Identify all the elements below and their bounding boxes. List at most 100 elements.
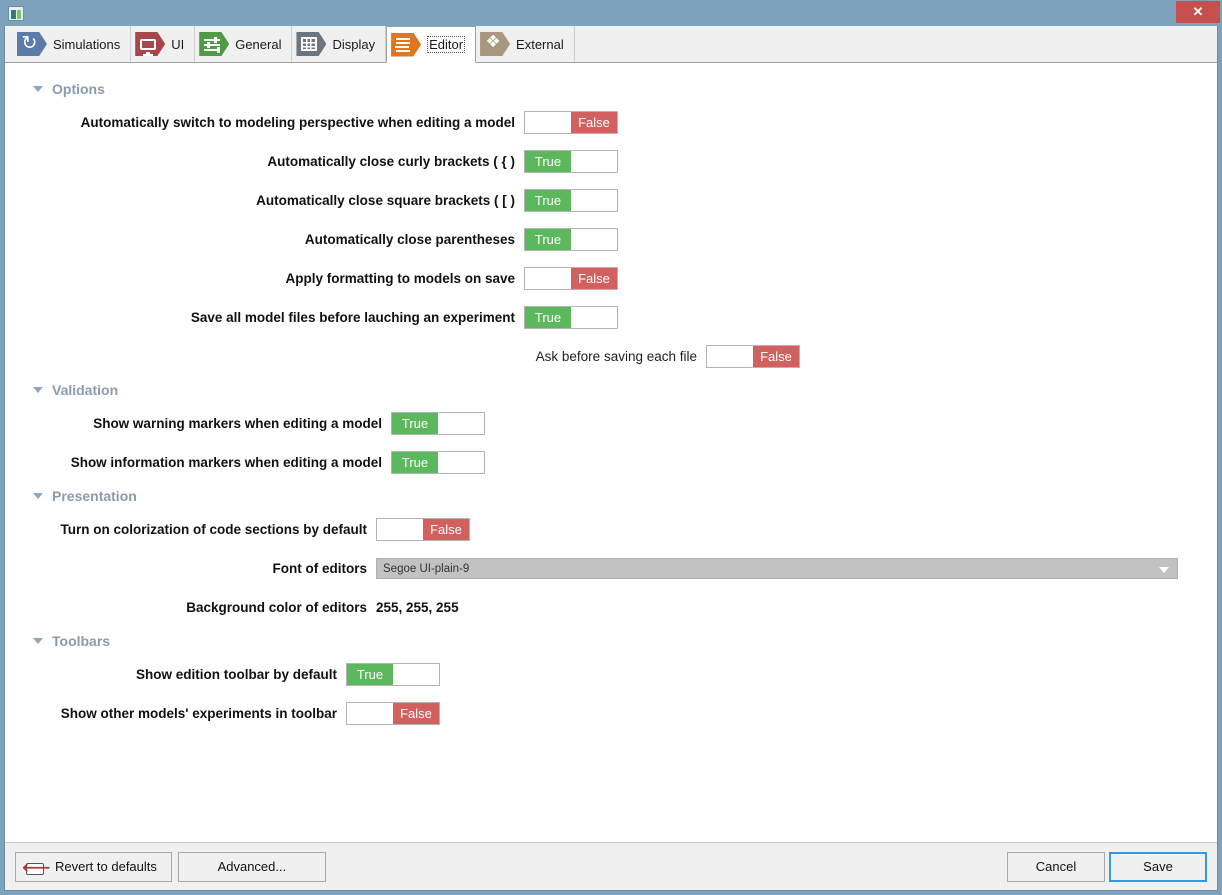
chevron-down-icon — [33, 638, 43, 644]
background-color-value: 255, 255, 255 — [376, 600, 459, 615]
window-frame: Simulations UI General Display Editor Externa… — [4, 26, 1218, 891]
toggle-value: True — [525, 229, 571, 250]
toggle-false[interactable]: False — [524, 267, 618, 290]
advanced-button[interactable]: Advanced... — [177, 851, 326, 882]
setting-row: Show other models' experiments in toolba… — [5, 694, 1217, 733]
setting-label: Automatically close curly brackets ( { ) — [267, 154, 515, 169]
footer-bar: ⟵ Revert to defaults Advanced... Cancel … — [5, 842, 1217, 890]
toggle-false[interactable]: False — [376, 518, 470, 541]
setting-row: Automatically close square brackets ( [ … — [5, 181, 1217, 220]
preferences-content: Options Automatically switch to modeling … — [5, 63, 1217, 842]
setting-label: Automatically close square brackets ( [ … — [256, 193, 515, 208]
toggle-value: False — [753, 346, 799, 367]
toggle-empty-half — [377, 519, 423, 540]
setting-row: Automatically switch to modeling perspec… — [5, 103, 1217, 142]
dropdown-value: Segoe UI-plain-9 — [383, 562, 470, 575]
app-window-icon — [8, 5, 24, 21]
puzzle-icon — [480, 32, 511, 56]
undo-arrow-icon: ⟵ — [22, 854, 51, 879]
monitor-icon — [135, 32, 166, 56]
tab-label: Display — [332, 36, 376, 52]
title-bar: ✕ — [0, 0, 1222, 26]
setting-row: Turn on colorization of code sections by… — [5, 510, 1217, 549]
tab-label: Editor — [427, 36, 466, 53]
setting-row: Show warning markers when editing a mode… — [5, 404, 1217, 443]
toggle-value: False — [423, 519, 469, 540]
chevron-down-icon — [33, 86, 43, 92]
setting-row: Background color of editors 255, 255, 255 — [5, 588, 1217, 627]
toggle-empty-half — [571, 151, 617, 172]
setting-row: Automatically close parentheses True — [5, 220, 1217, 259]
toggle-value: False — [571, 112, 617, 133]
toggle-true[interactable]: True — [391, 451, 485, 474]
grid-icon — [296, 32, 327, 56]
toggle-false[interactable]: False — [346, 702, 440, 725]
preferences-window: ✕ Simulations UI General Display Editor Exter… — [0, 0, 1222, 895]
toggle-value: True — [392, 413, 438, 434]
toggle-false[interactable]: False — [706, 345, 800, 368]
save-button[interactable]: Save — [1109, 851, 1207, 882]
revert-to-defaults-label: Revert to defaults — [55, 859, 157, 874]
tab-label: General — [235, 36, 282, 52]
toggle-true[interactable]: True — [524, 150, 618, 173]
toggle-true[interactable]: True — [524, 306, 618, 329]
section-title: Options — [52, 81, 105, 97]
tab-ui[interactable]: UI — [131, 26, 196, 62]
setting-label: Turn on colorization of code sections by… — [60, 522, 367, 537]
setting-row: Ask before saving each file False — [5, 337, 1217, 376]
tab-display[interactable]: Display — [292, 26, 387, 62]
setting-row: Automatically close curly brackets ( { )… — [5, 142, 1217, 181]
chevron-down-icon — [33, 493, 43, 499]
toggle-true[interactable]: True — [524, 228, 618, 251]
setting-label: Ask before saving each file — [535, 349, 697, 364]
cancel-button[interactable]: Cancel — [1007, 851, 1105, 882]
tab-external[interactable]: External — [476, 26, 575, 62]
tab-editor[interactable]: Editor — [386, 26, 477, 63]
setting-label: Automatically switch to modeling perspec… — [80, 115, 515, 130]
toggle-value: False — [571, 268, 617, 289]
revert-to-defaults-button[interactable]: ⟵ Revert to defaults — [15, 851, 172, 882]
toggle-true[interactable]: True — [524, 189, 618, 212]
setting-row: Show information markers when editing a … — [5, 443, 1217, 482]
close-icon[interactable]: ✕ — [1176, 1, 1220, 23]
toggle-empty-half — [347, 703, 393, 724]
tab-general[interactable]: General — [195, 26, 293, 62]
toggle-empty-half — [525, 112, 571, 133]
simulations-icon — [17, 32, 47, 56]
setting-label: Save all model files before lauching an … — [190, 310, 515, 325]
toggle-empty-half — [438, 452, 484, 473]
section-title: Validation — [52, 382, 119, 398]
toggle-empty-half — [438, 413, 484, 434]
toggle-empty-half — [707, 346, 753, 367]
toggle-value: True — [392, 452, 438, 473]
setting-row: Save all model files before lauching an … — [5, 298, 1217, 337]
tab-label: Simulations — [53, 36, 121, 52]
tab-label: UI — [171, 36, 185, 52]
preferences-tabstrip: Simulations UI General Display Editor Externa… — [5, 26, 1217, 63]
toggle-value: True — [525, 307, 571, 328]
tab-label: External — [516, 36, 564, 52]
section-header-presentation[interactable]: Presentation — [5, 488, 1217, 504]
setting-label: Show information markers when editing a … — [70, 455, 382, 470]
section-header-validation[interactable]: Validation — [5, 382, 1217, 398]
toggle-true[interactable]: True — [391, 412, 485, 435]
toggle-empty-half — [525, 268, 571, 289]
toggle-empty-half — [571, 190, 617, 211]
toggle-value: True — [347, 664, 393, 685]
editor-lines-icon — [391, 32, 422, 57]
setting-row: Font of editors Segoe UI-plain-9 — [5, 549, 1217, 588]
setting-label: Show other models' experiments in toolba… — [60, 706, 337, 721]
toggle-false[interactable]: False — [524, 111, 618, 134]
sliders-icon — [199, 32, 230, 56]
toggle-true[interactable]: True — [346, 663, 440, 686]
setting-label: Show warning markers when editing a mode… — [93, 416, 382, 431]
section-title: Presentation — [52, 488, 137, 504]
toggle-value: True — [525, 151, 571, 172]
section-header-toolbars[interactable]: Toolbars — [5, 633, 1217, 649]
tab-simulations[interactable]: Simulations — [13, 26, 132, 62]
font-of-editors-dropdown[interactable]: Segoe UI-plain-9 — [376, 558, 1178, 579]
section-header-options[interactable]: Options — [5, 81, 1217, 97]
setting-label: Apply formatting to models on save — [285, 271, 515, 286]
toggle-empty-half — [571, 307, 617, 328]
setting-label: Background color of editors — [186, 600, 367, 615]
